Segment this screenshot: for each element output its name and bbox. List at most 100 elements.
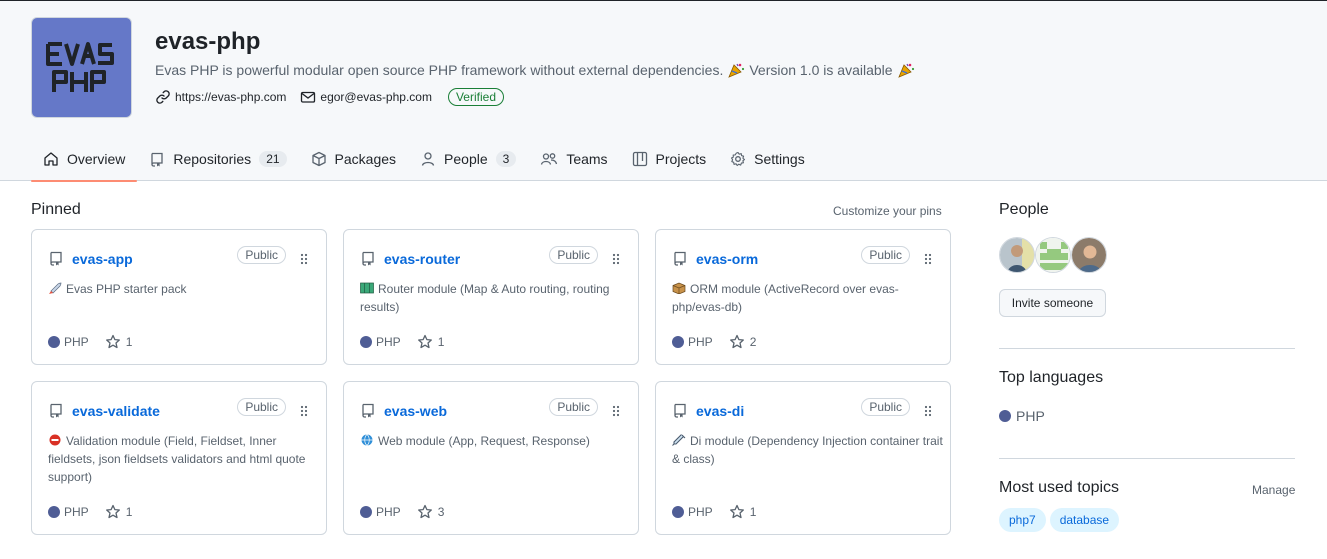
repo-stars[interactable]: 2 <box>729 334 757 350</box>
org-description: Evas PHP is powerful modular open source… <box>155 62 915 78</box>
repo-icon <box>50 403 62 418</box>
tab-repositories[interactable]: Repositories 21 <box>137 137 298 181</box>
repo-name-link[interactable]: evas-di <box>696 403 744 419</box>
org-header: evas-php Evas PHP is powerful modular op… <box>0 1 1327 182</box>
topics-list: php7 database <box>999 508 1120 532</box>
repo-language: PHP <box>672 505 713 519</box>
php-language-dot <box>48 506 60 518</box>
repo-language: PHP <box>360 505 401 519</box>
repo-stars[interactable]: 1 <box>105 334 133 350</box>
repo-stars-count: 1 <box>437 335 445 349</box>
repo-language-text: PHP <box>376 505 401 519</box>
party-popper-icon <box>728 63 745 78</box>
drag-handle-icon[interactable] <box>612 253 620 265</box>
star-icon <box>105 504 120 519</box>
repo-description-text: Di module (Dependency Injection containe… <box>672 434 943 466</box>
map-emoji-icon <box>360 282 374 294</box>
drag-handle-icon[interactable] <box>924 253 932 265</box>
repo-icon <box>674 251 686 266</box>
tab-teams-label: Teams <box>566 151 608 167</box>
avatar[interactable] <box>1035 237 1071 273</box>
star-icon <box>105 334 120 349</box>
repo-language: PHP <box>48 505 89 519</box>
drag-handle-icon[interactable] <box>300 253 308 265</box>
repo-name-link[interactable]: evas-app <box>72 251 133 267</box>
avatar[interactable] <box>1071 237 1107 273</box>
pinned-card: evas-web Public Web module (App, Request… <box>343 381 639 535</box>
gear-icon <box>731 151 746 167</box>
customize-pins-link[interactable]: Customize your pins <box>833 204 942 218</box>
avatar-image <box>1000 238 1034 272</box>
repo-stars[interactable]: 1 <box>729 504 756 520</box>
repo-description: Evas PHP starter pack <box>48 280 324 298</box>
tab-overview[interactable]: Overview <box>31 137 138 182</box>
visibility-badge: Public <box>861 398 910 416</box>
repo-language-text: PHP <box>376 335 401 349</box>
avatar-image <box>1072 238 1106 272</box>
people-count: 3 <box>495 151 517 167</box>
pinned-card: evas-orm Public ORM module (ActiveRecord… <box>655 229 951 365</box>
tab-projects-label: Projects <box>655 151 707 167</box>
topic-tag[interactable]: php7 <box>999 508 1046 532</box>
topic-tag[interactable]: database <box>1049 508 1120 532</box>
drag-handle-icon[interactable] <box>924 405 932 417</box>
org-nav-tabs: Overview Repositories 21 Packages People… <box>31 137 817 182</box>
visibility-badge: Public <box>861 246 910 264</box>
repo-description-text: Validation module (Field, Fieldset, Inne… <box>48 434 306 484</box>
repo-stars-count: 2 <box>749 335 757 349</box>
rocket-emoji-icon <box>49 282 62 294</box>
verified-badge[interactable]: Verified <box>447 88 504 106</box>
avatar[interactable] <box>999 237 1035 273</box>
drag-handle-icon[interactable] <box>300 405 308 417</box>
repo-language-text: PHP <box>64 335 89 349</box>
star-icon <box>417 334 432 349</box>
repo-stars[interactable]: 3 <box>417 504 445 520</box>
org-avatar <box>31 17 132 118</box>
tab-packages-label: Packages <box>334 151 397 167</box>
sidebar-divider <box>999 348 1295 349</box>
repo-meta: PHP 3 <box>360 504 444 520</box>
tab-projects[interactable]: Projects <box>620 137 719 181</box>
star-icon <box>729 504 744 519</box>
drag-handle-icon[interactable] <box>612 405 620 417</box>
php-language-dot <box>672 336 684 348</box>
org-website-link[interactable]: https://evas-php.com <box>155 89 286 105</box>
repo-stars[interactable]: 1 <box>417 334 445 350</box>
pinned-card: evas-router Public Router module (Map & … <box>343 229 639 365</box>
tab-people[interactable]: People 3 <box>408 137 528 181</box>
repo-stars[interactable]: 1 <box>105 504 132 520</box>
php-language-dot <box>999 410 1011 422</box>
package-icon <box>311 151 326 167</box>
repo-description-text: Router module (Map & Auto routing, routi… <box>360 282 610 314</box>
home-icon <box>44 152 58 166</box>
org-email-link[interactable]: egor@evas-php.com <box>300 89 432 105</box>
org-version-note: Version 1.0 is available <box>749 62 893 78</box>
repo-language: PHP <box>672 335 713 349</box>
repo-name-link[interactable]: evas-validate <box>72 403 160 419</box>
invite-someone-button[interactable]: Invite someone <box>999 289 1106 317</box>
tab-packages[interactable]: Packages <box>299 137 408 181</box>
top-language: PHP <box>999 408 1045 424</box>
tab-settings-label: Settings <box>754 151 805 167</box>
package-emoji-icon <box>672 282 686 294</box>
mail-icon <box>301 91 316 103</box>
repo-description: Validation module (Field, Fieldset, Inne… <box>48 432 324 486</box>
repo-stars-count: 1 <box>125 335 133 349</box>
repo-stars-count: 3 <box>437 505 445 519</box>
avatar-image <box>1036 238 1070 272</box>
repo-language-text: PHP <box>688 505 713 519</box>
tab-teams[interactable]: Teams <box>528 137 619 181</box>
people-icon <box>541 153 558 165</box>
repo-name-link[interactable]: evas-router <box>384 251 460 267</box>
php-language-dot <box>672 506 684 518</box>
repo-meta: PHP 1 <box>672 504 756 520</box>
repo-language-text: PHP <box>688 335 713 349</box>
people-avatars <box>999 237 1107 273</box>
people-title: People <box>999 201 1049 218</box>
top-language-text: PHP <box>1016 408 1045 424</box>
manage-topics-link[interactable]: Manage <box>1252 483 1295 497</box>
repo-name-link[interactable]: evas-web <box>384 403 447 419</box>
tab-settings[interactable]: Settings <box>718 137 817 181</box>
repo-name-link[interactable]: evas-orm <box>696 251 758 267</box>
top-languages-title: Top languages <box>999 369 1104 386</box>
